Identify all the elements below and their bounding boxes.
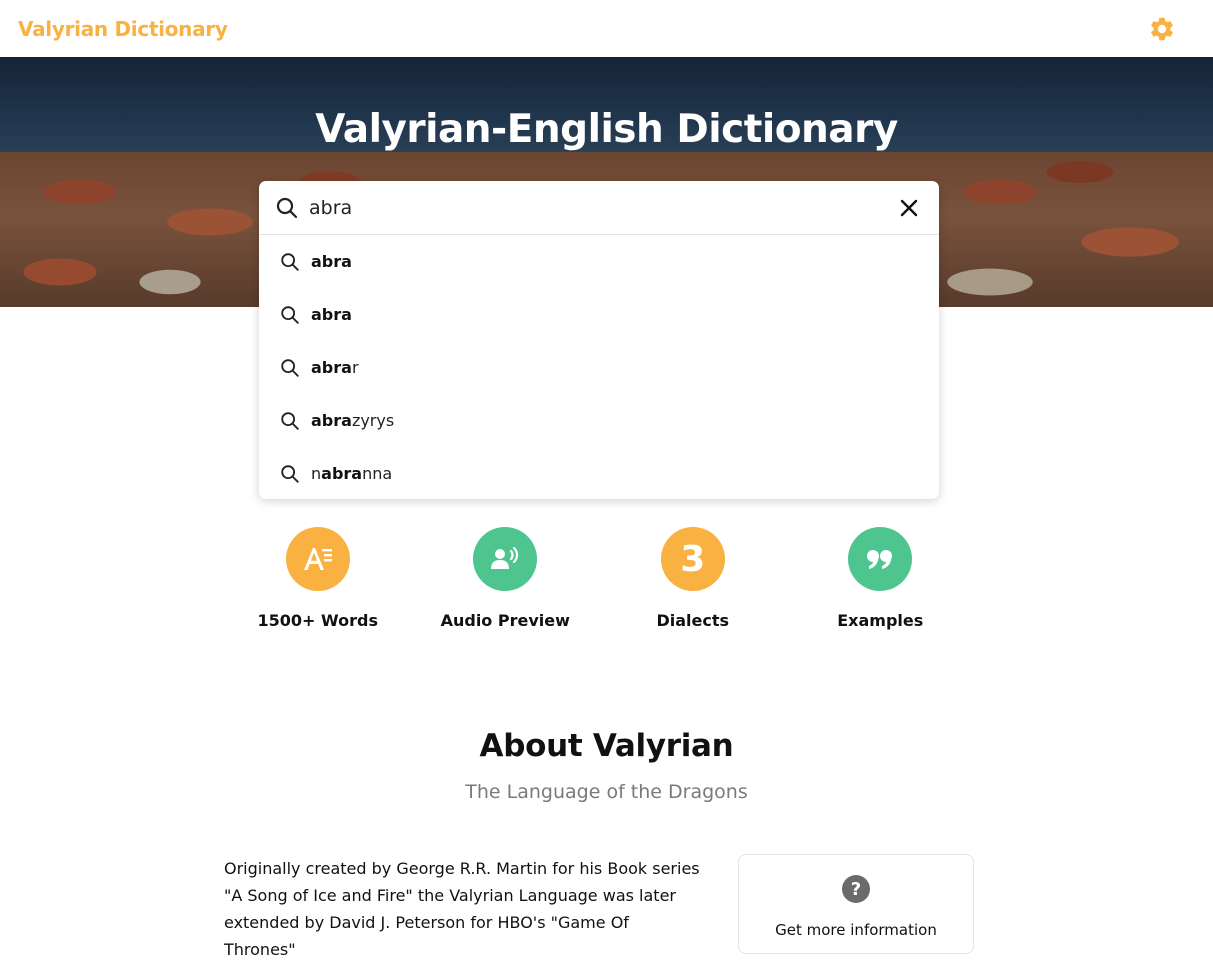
about-text-line: extended by David J. Peterson for HBO's … (224, 913, 629, 959)
search-icon (281, 464, 299, 483)
suggestion-match: abra (311, 252, 352, 271)
about-text: Originally created by George R.R. Martin… (224, 855, 704, 963)
about-text-line: Originally created by George R.R. Martin… (224, 859, 700, 878)
feature-row: 1500+ Words Audio Preview 3 Dialects Exa… (224, 527, 974, 637)
settings-gear-icon[interactable] (1147, 14, 1177, 44)
about-text-line: "A Song of Ice and Fire" the Valyrian La… (224, 886, 676, 905)
font-text-icon (285, 527, 350, 591)
search-icon (281, 358, 299, 377)
about-subtitle: The Language of the Dragons (465, 781, 748, 803)
suggestion-item[interactable]: n abra nna (259, 447, 939, 500)
hero-title: Valyrian-English Dictionary (315, 107, 898, 152)
suggestion-rest: nna (362, 464, 393, 483)
feature-audio: Audio Preview (412, 527, 600, 637)
feature-label: 1500+ Words (257, 611, 378, 630)
info-card[interactable]: ? Get more information (738, 854, 974, 954)
number-badge: 3 (660, 527, 725, 591)
search-bar (259, 181, 939, 235)
quote-icon (848, 527, 913, 591)
suggestion-item[interactable]: abra (259, 288, 939, 341)
search-icon (281, 411, 299, 430)
feature-dialects: 3 Dialects (599, 527, 787, 637)
suggestion-rest: zyrys (351, 411, 395, 430)
question-icon: ? (842, 875, 870, 903)
suggestion-item[interactable]: abra (259, 235, 939, 288)
suggestion-prefix: n (311, 464, 322, 483)
about-title: About Valyrian (479, 728, 734, 764)
search-icon (281, 305, 299, 324)
suggestion-item[interactable]: abra r (259, 341, 939, 394)
brand-logo[interactable]: Valyrian Dictionary (18, 17, 228, 41)
speaking-person-icon (473, 527, 538, 591)
suggestion-match: abra (311, 411, 352, 430)
dialect-count: 3 (680, 538, 706, 580)
info-card-text: Get more information (775, 921, 937, 939)
suggestion-list: abra abra abra r abra zyrys n abra nna (259, 235, 939, 500)
search-input[interactable] (309, 196, 869, 219)
search-icon (276, 197, 298, 218)
feature-label: Examples (837, 611, 924, 630)
suggestion-rest: r (351, 358, 359, 377)
feature-words: 1500+ Words (224, 527, 412, 637)
search-card: abra abra abrar abrazyrys nabranna (259, 181, 939, 499)
feature-label: Dialects (656, 611, 730, 630)
top-bar: Valyrian Dictionary (0, 0, 1213, 57)
feature-label: Audio Preview (440, 611, 570, 630)
suggestion-match: abra (321, 464, 363, 483)
suggestion-match: abra (311, 305, 352, 324)
search-icon (281, 252, 299, 271)
clear-search-icon[interactable] (897, 196, 921, 220)
suggestion-match: abra (311, 358, 352, 377)
suggestion-item[interactable]: abra zyrys (259, 394, 939, 447)
feature-examples: Examples (787, 527, 975, 637)
